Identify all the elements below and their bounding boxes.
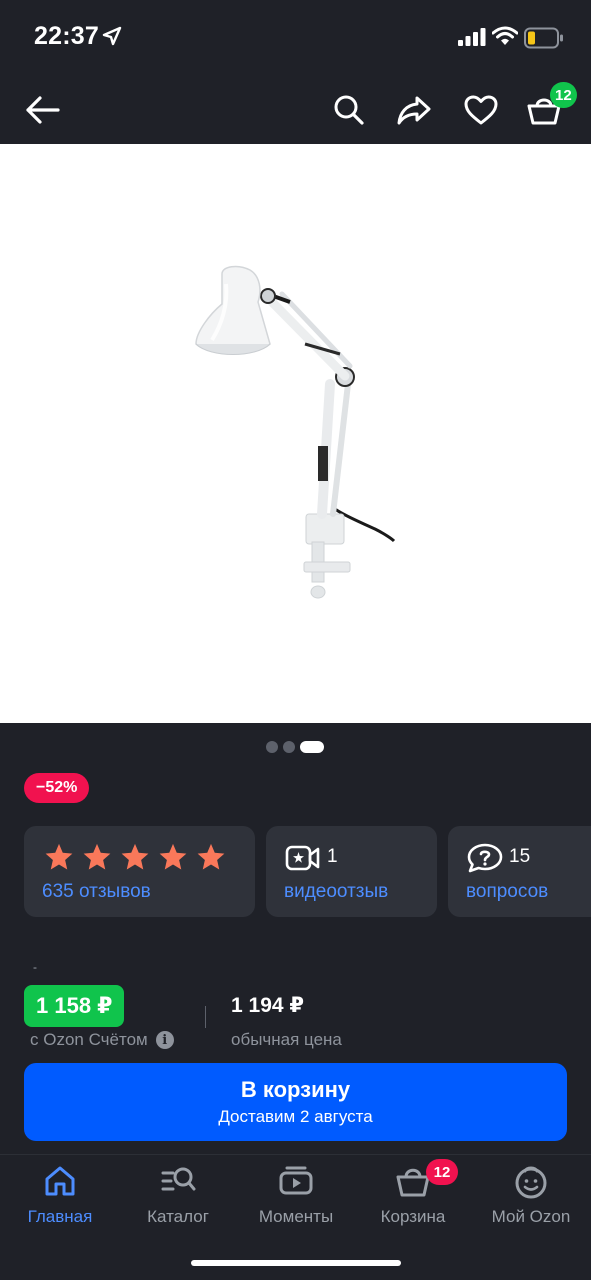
rating-card[interactable]: 635 отзывов <box>24 826 255 917</box>
moments-icon <box>278 1164 314 1203</box>
cart-count-badge: 12 <box>550 82 577 108</box>
tab-my-ozon[interactable]: Мой Ozon <box>472 1155 590 1235</box>
status-bar: 22:37 <box>0 0 591 76</box>
tab-catalog[interactable]: Каталог <box>119 1155 237 1235</box>
video-review-card[interactable]: 1 видеоотзыв <box>266 826 437 917</box>
video-camera-icon <box>285 843 321 878</box>
product-image[interactable] <box>0 144 591 723</box>
star-icon <box>83 843 111 870</box>
info-icon[interactable]: i <box>155 1031 174 1049</box>
price-regular: 1 194 ₽ <box>231 994 304 1017</box>
delivery-date: Доставим 2 августа <box>218 1107 373 1126</box>
heart-icon[interactable] <box>461 90 501 130</box>
tab-label: Главная <box>27 1207 93 1226</box>
price-ozon-caption[interactable]: с Ozon Счётом i <box>30 1030 174 1050</box>
tiny-mark: - <box>33 960 37 974</box>
battery-icon <box>524 27 564 54</box>
price-regular-caption: обычная цена <box>231 1030 342 1049</box>
questions-card[interactable]: 15 вопросов <box>448 826 591 917</box>
star-icon <box>197 843 225 870</box>
tab-cart[interactable]: 12 Корзина <box>354 1155 472 1235</box>
star-icon <box>45 843 73 870</box>
status-time: 22:37 <box>34 22 99 50</box>
star-icon <box>121 843 149 870</box>
share-icon[interactable] <box>394 90 434 130</box>
desk-lamp-photo <box>195 265 396 599</box>
carousel-dots <box>266 741 324 753</box>
home-icon <box>43 1164 77 1203</box>
price-ozon-card: 1 158 ₽ <box>24 985 125 1027</box>
carousel-dot[interactable] <box>266 741 278 753</box>
catalog-icon <box>160 1164 196 1203</box>
top-nav <box>0 76 591 144</box>
search-icon[interactable] <box>329 90 369 130</box>
profile-icon <box>513 1164 549 1205</box>
discount-badge: −52% <box>24 773 90 803</box>
back-arrow-icon[interactable] <box>22 90 62 130</box>
question-bubble-icon <box>467 843 503 878</box>
tab-cart-badge: 12 <box>426 1159 458 1185</box>
video-review-count: 1 <box>327 846 338 867</box>
tab-label: Моменты <box>258 1207 334 1226</box>
location-arrow-icon <box>102 26 122 51</box>
add-to-cart-title: В корзину <box>240 1077 351 1102</box>
video-review-link[interactable]: видеоотзыв <box>284 881 388 903</box>
tab-home[interactable]: Главная <box>1 1155 119 1235</box>
questions-link[interactable]: вопросов <box>466 881 548 903</box>
price-ozon-caption-text: с Ozon Счётом <box>30 1030 148 1049</box>
tab-label: Каталог <box>147 1207 209 1226</box>
tab-moments[interactable]: Моменты <box>237 1155 355 1235</box>
price-divider <box>205 1006 206 1028</box>
carousel-dot[interactable] <box>283 741 295 753</box>
tab-label: Корзина <box>380 1207 446 1226</box>
reviews-link[interactable]: 635 отзывов <box>42 881 151 903</box>
wifi-icon <box>491 26 519 51</box>
star-icon <box>159 843 187 870</box>
carousel-dot-active[interactable] <box>300 741 324 753</box>
tab-label: Мой Ozon <box>491 1207 571 1226</box>
add-to-cart-button[interactable]: В корзину Доставим 2 августа <box>24 1063 567 1141</box>
home-indicator <box>191 1260 401 1266</box>
questions-count: 15 <box>509 846 531 867</box>
rating-stars <box>44 842 226 872</box>
signal-icon <box>458 28 486 51</box>
